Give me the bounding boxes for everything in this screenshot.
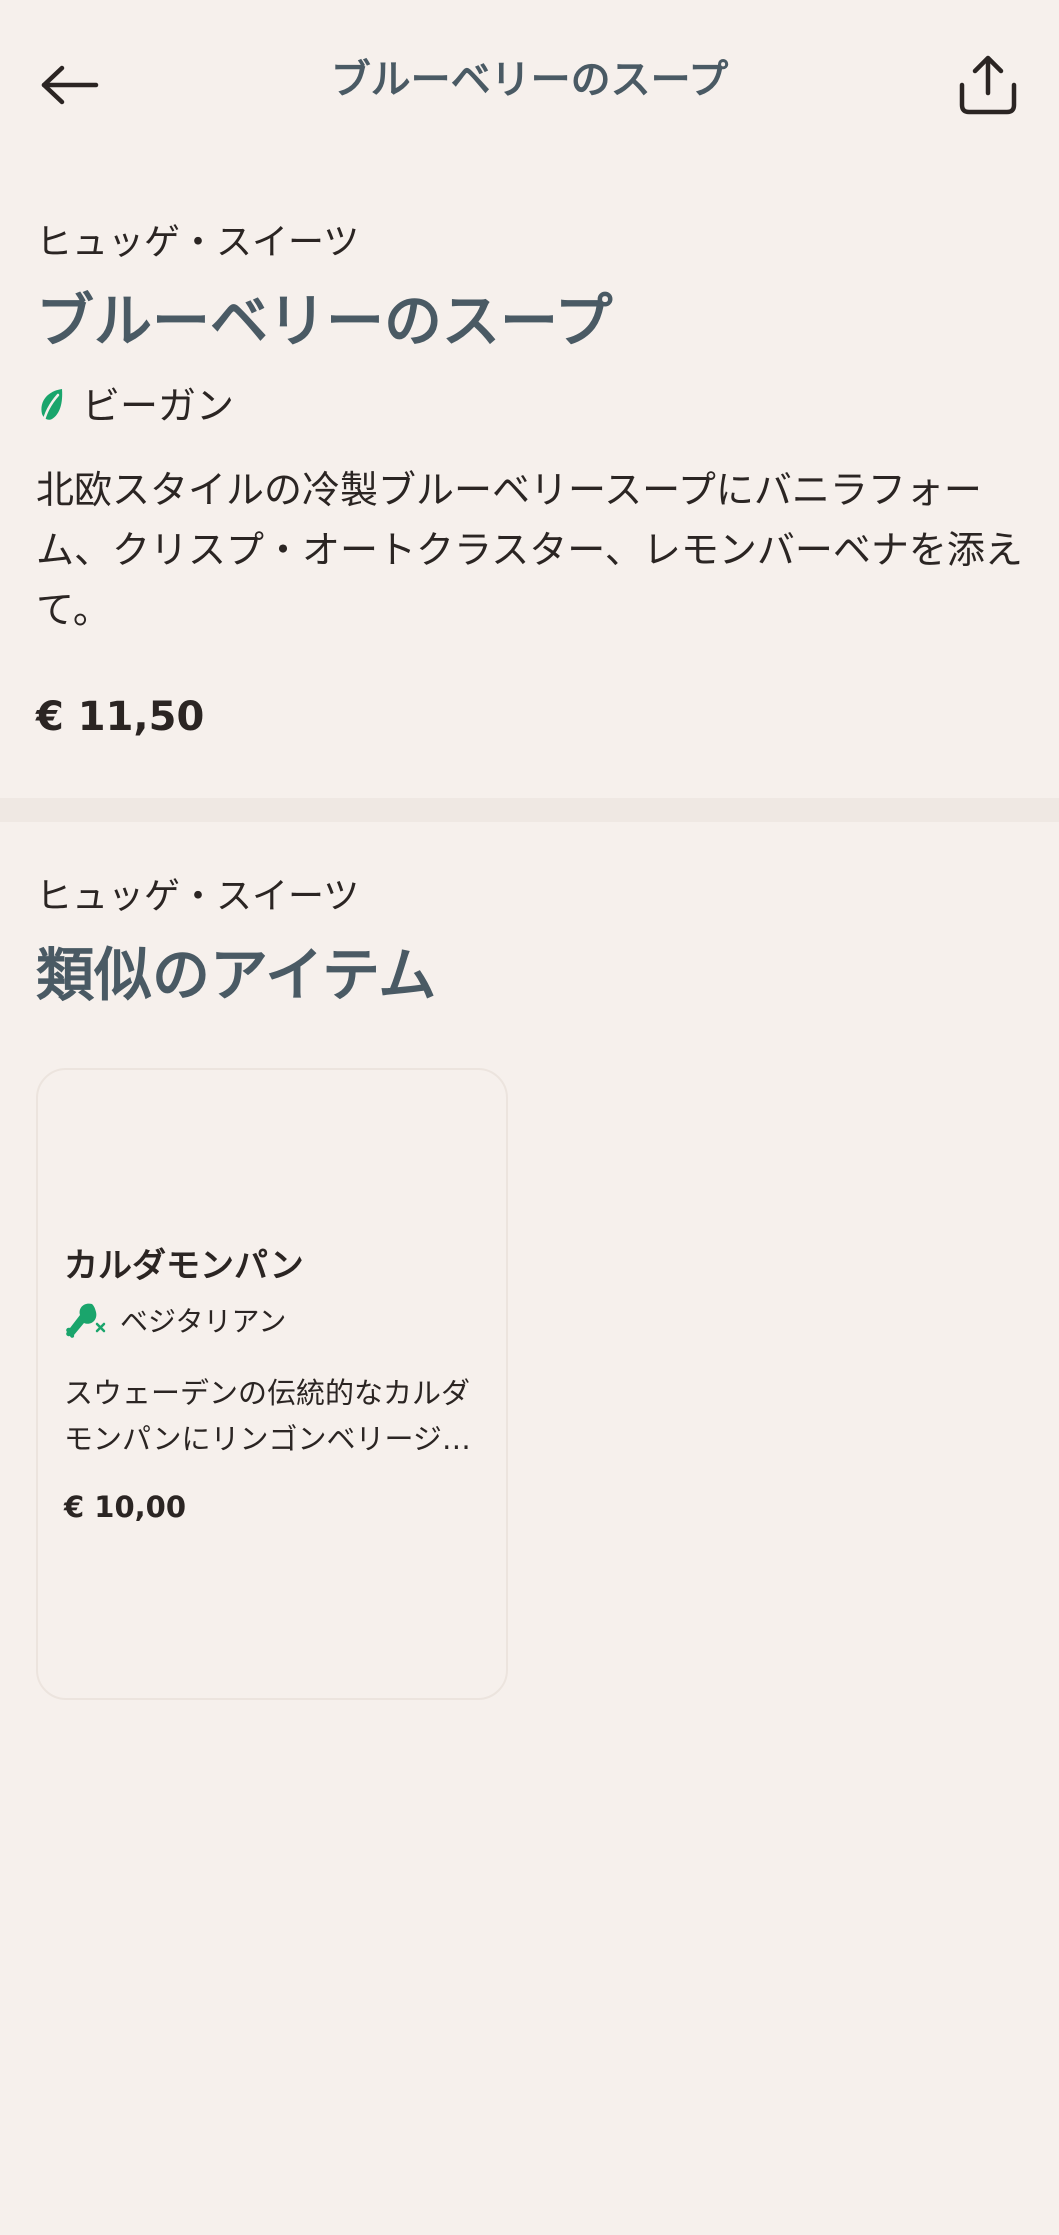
top-bar: ブルーベリーのスープ: [0, 0, 1059, 168]
share-button[interactable]: [948, 45, 1028, 125]
item-category: ヒュッゲ・スイーツ: [36, 222, 360, 263]
card-description: スウェーデンの伝統的なカルダモンパンにリンゴンベリージ…: [64, 1376, 471, 1456]
card-diet-badge: ベジタリアン: [64, 1300, 286, 1340]
leaf-icon: [41, 389, 63, 426]
section-divider: [0, 798, 1059, 822]
back-button[interactable]: [30, 45, 110, 125]
share-icon: [959, 55, 1017, 115]
item-price: € 11,50: [36, 694, 205, 740]
card-price: € 10,00: [64, 1490, 187, 1524]
card-diet-label: ベジタリアン: [120, 1305, 287, 1338]
page-title: ブルーベリーのスープ: [330, 57, 729, 103]
similar-heading: 類似のアイテム: [36, 941, 437, 1009]
no-meat-icon: [66, 1303, 106, 1338]
item-diet-badge: ビーガン: [36, 382, 234, 430]
arrow-left-icon: [41, 65, 99, 105]
similar-item-card[interactable]: カルダモンパン ベジタリアン スウェーデンの伝統的なカルダモンパンにリンゴンベリ…: [36, 1068, 508, 1700]
item-description: 北欧スタイルの冷製ブルーベリースープにバニラフォーム、クリスプ・オートクラスター…: [36, 468, 1023, 632]
item-name: ブルーベリーのスープ: [36, 287, 613, 355]
item-diet-label: ビーガン: [82, 384, 235, 428]
similar-category: ヒュッゲ・スイーツ: [36, 876, 360, 917]
card-item-name: カルダモンパン: [64, 1246, 304, 1286]
